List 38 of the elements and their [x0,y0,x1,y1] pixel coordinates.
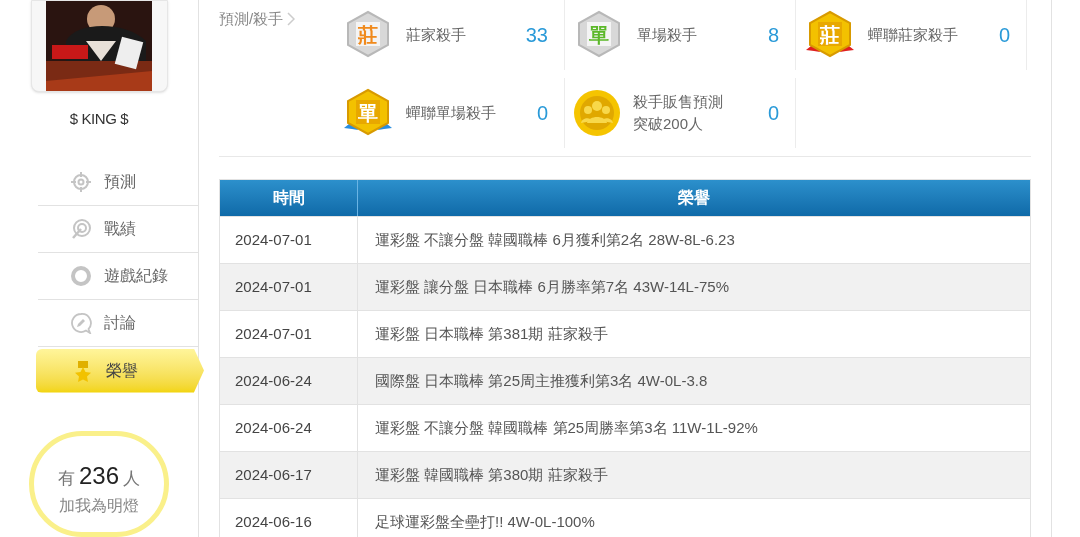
user-name: $ KING $ [69,109,129,129]
breadcrumb: 預測/殺手 [219,9,284,29]
achievement-label: 莊家殺手 [406,25,467,45]
achievement-label: 單場殺手 [637,25,698,45]
achievement-count: 0 [998,23,1010,48]
fans-caption: 加我為明燈 [59,495,139,516]
chevron-right-icon [287,12,296,26]
nav-item[interactable]: 戰績 [38,205,198,253]
achievement-label: 殺手販售預測 [633,92,724,112]
achievement-label: 突破200人 [633,114,705,134]
badge-glyph: 單 [358,103,378,123]
nav-item[interactable]: 討論 [38,299,198,347]
column-header: 榮譽 [677,188,711,208]
people-coin-icon [573,89,621,137]
table-cell-text: 運彩盤 不讓分盤 韓國職棒 6月獲利第2名 28W-8L-6.23 [374,229,736,250]
table-cell-text: 運彩盤 不讓分盤 韓國職棒 第25周勝率第3名 11W-1L-92% [374,417,759,438]
fans-count: 有 236 人 [57,460,140,491]
ring-icon [70,264,92,287]
achievement-count: 0 [767,101,779,126]
nav-item[interactable]: 遊戲紀錄 [38,252,198,300]
nav-item[interactable]: 預測 [38,158,198,206]
chat-pencil-icon [70,311,92,334]
table-cell-text: 足球運彩盤全壘打!! 4W-0L-100% [374,511,596,532]
crosshair-icon [70,170,92,193]
badge-glyph: 單 [589,25,609,45]
badge-glyph: 莊 [358,25,378,45]
table-cell-text: 國際盤 日本職棒 第25周主推獲利第3名 4W-0L-3.8 [374,370,709,391]
table-cell: 2024-06-16 [220,499,358,537]
table-cell-text: 運彩盤 韓國職棒 第380期 莊家殺手 [374,464,609,485]
achievement-count: 33 [525,23,548,48]
achievement-count: 0 [536,101,548,126]
table-cell-text: 運彩盤 讓分盤 日本職棒 6月勝率第7名 43W-14L-75% [374,276,730,297]
badge-glyph: 莊 [820,25,840,45]
achievement-label: 蟬聯莊家殺手 [868,25,959,45]
achievement-count: 8 [767,23,779,48]
table-cell-text: 運彩盤 日本職棒 第381期 莊家殺手 [374,323,609,344]
nav-item[interactable]: 榮譽 [36,348,204,393]
achievement-label: 蟬聯單場殺手 [406,103,497,123]
